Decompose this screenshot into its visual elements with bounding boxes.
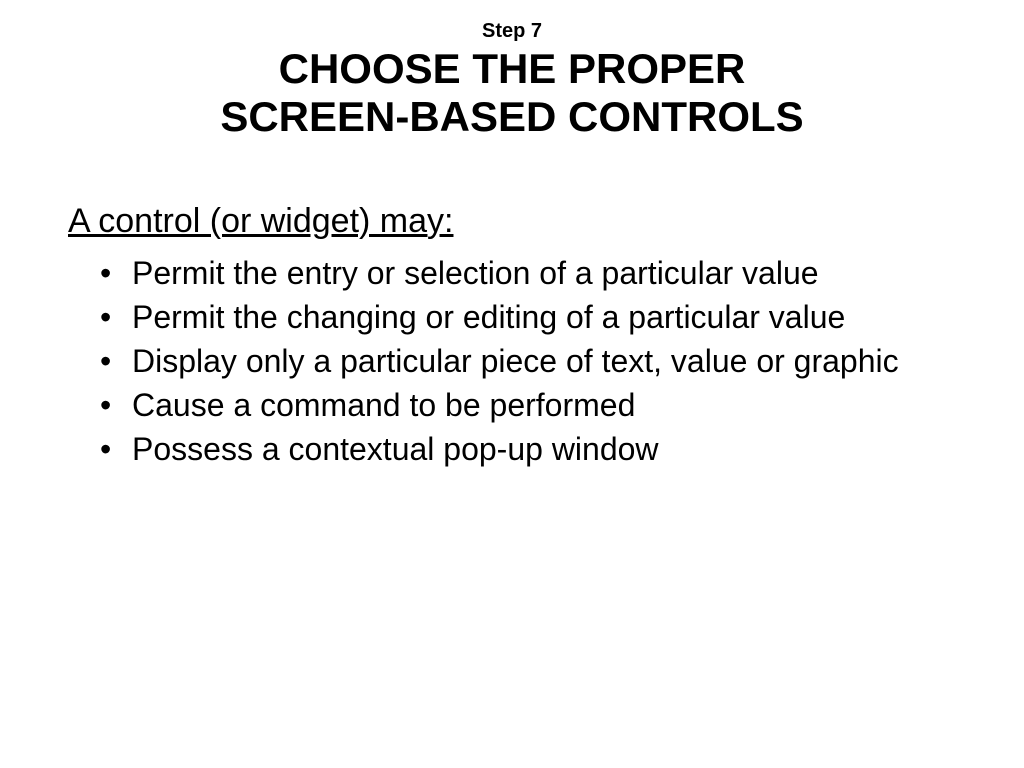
list-item: Permit the entry or selection of a parti…	[100, 253, 964, 293]
step-label: Step 7	[60, 20, 964, 43]
list-item: Permit the changing or editing of a part…	[100, 297, 964, 337]
list-item: Possess a contextual pop-up window	[100, 429, 964, 469]
title-line-2: SCREEN-BASED CONTROLS	[220, 93, 803, 140]
list-item: Cause a command to be performed	[100, 385, 964, 425]
title-line-1: CHOOSE THE PROPER	[279, 45, 746, 92]
bullet-list: Permit the entry or selection of a parti…	[60, 253, 964, 469]
page-title: CHOOSE THE PROPER SCREEN-BASED CONTROLS	[60, 45, 964, 142]
section-subheading: A control (or widget) may:	[68, 202, 964, 241]
list-item: Display only a particular piece of text,…	[100, 341, 964, 381]
